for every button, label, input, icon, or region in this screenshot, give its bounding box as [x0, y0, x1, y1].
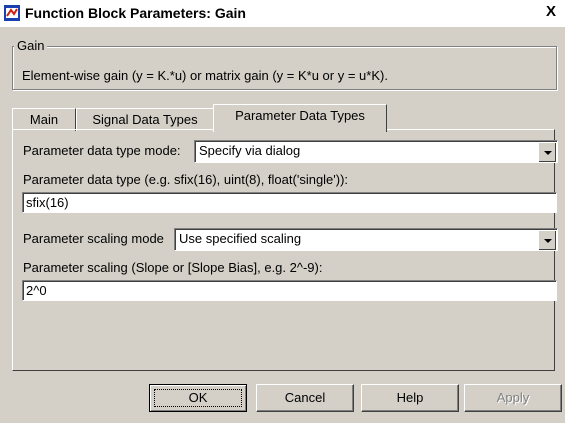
- cancel-button[interactable]: Cancel: [256, 384, 354, 412]
- tab-signal-data-types[interactable]: Signal Data Types: [76, 108, 214, 131]
- param-scaling-label: Parameter scaling (Slope or [Slope Bias]…: [23, 260, 323, 275]
- chevron-down-icon: [544, 151, 552, 155]
- close-icon[interactable]: X: [543, 4, 559, 20]
- dropdown-arrow-button[interactable]: [538, 142, 556, 162]
- dialog-window: Function Block Parameters: Gain X Gain E…: [0, 0, 565, 423]
- gain-group-legend: Gain: [14, 38, 48, 53]
- simulink-block-icon: [4, 5, 20, 21]
- param-data-type-label: Parameter data type (e.g. sfix(16), uint…: [23, 172, 349, 187]
- param-data-type-input[interactable]: [22, 192, 557, 213]
- apply-button: Apply: [464, 384, 562, 412]
- param-data-type-mode-value: Specify via dialog: [199, 143, 301, 158]
- tab-main[interactable]: Main: [12, 108, 76, 131]
- title-bar[interactable]: Function Block Parameters: Gain X: [0, 0, 565, 27]
- param-scaling-mode-select[interactable]: Use specified scaling: [174, 228, 558, 251]
- tab-parameter-data-types[interactable]: Parameter Data Types: [213, 104, 387, 132]
- ok-button[interactable]: OK: [149, 384, 247, 412]
- param-data-type-mode-label: Parameter data type mode:: [23, 143, 181, 158]
- help-button[interactable]: Help: [361, 384, 459, 412]
- param-data-type-mode-select[interactable]: Specify via dialog: [194, 140, 558, 163]
- gain-description: Element-wise gain (y = K.*u) or matrix g…: [22, 68, 388, 83]
- param-scaling-input[interactable]: [22, 280, 557, 301]
- dropdown-arrow-button[interactable]: [538, 230, 556, 250]
- chevron-down-icon: [544, 239, 552, 243]
- param-scaling-mode-value: Use specified scaling: [179, 231, 302, 246]
- param-scaling-mode-label: Parameter scaling mode: [23, 231, 164, 246]
- window-title: Function Block Parameters: Gain: [25, 5, 246, 21]
- focus-rectangle: [154, 389, 242, 407]
